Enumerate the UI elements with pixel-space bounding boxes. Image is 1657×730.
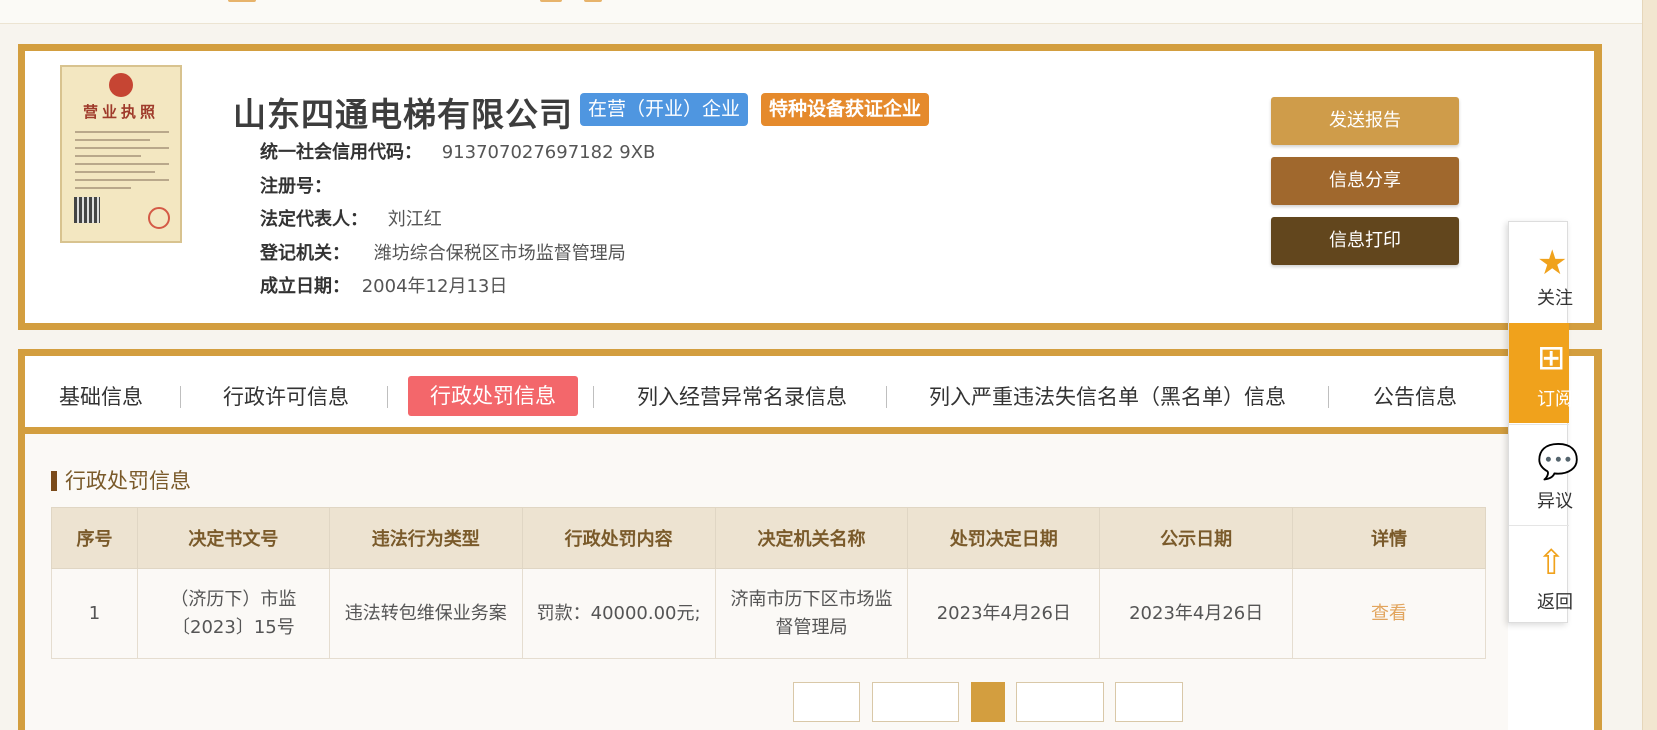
info-label: 成立日期：	[260, 276, 350, 297]
license-text-lines	[75, 131, 169, 195]
info-value: 913707027697182 9XB	[441, 142, 656, 163]
info-established-date: 成立日期： 2004年12月13日	[260, 272, 507, 298]
tab-separator	[1328, 386, 1329, 408]
right-edge-strip	[1642, 0, 1657, 730]
cell-violation-type: 违法转包维保业务案	[328, 568, 523, 659]
tab-separator	[387, 386, 388, 408]
info-legal-rep: 法定代表人： 刘江红	[260, 205, 442, 231]
tab-basic-info[interactable]: 基础信息	[59, 381, 143, 411]
seal-icon	[148, 207, 170, 229]
objection-button[interactable]: 💬 异议	[1509, 424, 1579, 525]
star-icon: ★	[1537, 243, 1568, 283]
tab-admin-license[interactable]: 行政许可信息	[223, 381, 349, 411]
pager-button[interactable]	[793, 682, 860, 722]
subscribe-label: 订阅	[1537, 389, 1573, 410]
back-to-top-label: 返回	[1537, 592, 1573, 613]
tab-blacklist[interactable]: 列入严重违法失信名单（黑名单）信息	[929, 381, 1286, 411]
license-title: 营业执照	[82, 103, 159, 121]
section-title: 行政处罚信息	[51, 465, 191, 495]
business-license-image[interactable]: 营业执照	[60, 65, 182, 243]
tab-separator	[180, 386, 181, 408]
subscribe-button[interactable]: ⊞ 订阅	[1509, 323, 1573, 423]
cell-index: 1	[51, 568, 138, 659]
view-details-link[interactable]: 查看	[1292, 568, 1486, 659]
arrow-up-icon: ⇧	[1537, 543, 1566, 583]
col-header: 详情	[1292, 507, 1486, 569]
top-bar-fragment	[540, 0, 562, 2]
top-bar-fragment	[584, 0, 602, 2]
table-row: 1 （济历下）市监〔2023〕15号 违法转包维保业务案 罚款：40000.00…	[51, 568, 1486, 659]
chat-bubble-icon: 💬	[1537, 442, 1580, 482]
pager-button[interactable]	[1016, 682, 1104, 722]
col-header: 违法行为类型	[328, 507, 523, 569]
info-label: 法定代表人：	[260, 209, 368, 230]
tab-admin-penalty[interactable]: 行政处罚信息	[408, 376, 578, 416]
col-header: 序号	[51, 507, 138, 569]
top-bar-fragment	[228, 0, 256, 2]
section-title-marker	[51, 471, 57, 491]
top-bar	[0, 0, 1657, 24]
cell-decision-date: 2023年4月26日	[907, 568, 1101, 659]
certification-badge: 特种设备获证企业	[761, 93, 930, 126]
qr-code-icon	[74, 197, 100, 223]
cell-publish-date: 2023年4月26日	[1099, 568, 1294, 659]
plus-icon: ⊞	[1537, 338, 1566, 378]
col-header: 处罚决定日期	[907, 507, 1101, 569]
info-value: 2004年12月13日	[361, 276, 508, 297]
tab-separator	[593, 386, 594, 408]
cell-penalty-content: 罚款：40000.00元;	[521, 568, 716, 659]
follow-button[interactable]: ★ 关注	[1509, 222, 1573, 322]
col-header: 行政处罚内容	[521, 507, 716, 569]
tab-abnormal-operation[interactable]: 列入经营异常名录信息	[637, 381, 847, 411]
table-header-row: 序号 决定书文号 违法行为类型 行政处罚内容 决定机关名称 处罚决定日期 公示日…	[51, 507, 1486, 569]
pager-current-page[interactable]	[971, 682, 1005, 722]
info-label: 注册号：	[260, 176, 332, 197]
info-label: 登记机关：	[260, 243, 350, 264]
objection-label: 异议	[1537, 491, 1573, 512]
follow-label: 关注	[1537, 288, 1573, 309]
send-report-button[interactable]: 发送报告	[1271, 97, 1459, 145]
info-credit-code: 统一社会信用代码： 913707027697182 9XB	[260, 138, 655, 164]
info-value: 潍坊综合保税区市场监督管理局	[373, 243, 626, 264]
col-header: 决定机关名称	[714, 507, 909, 569]
company-name: 山东四通电梯有限公司	[233, 95, 573, 134]
back-to-top-button[interactable]: ⇧ 返回	[1509, 525, 1573, 624]
tab-underline	[25, 427, 1508, 434]
penalty-table: 序号 决定书文号 违法行为类型 行政处罚内容 决定机关名称 处罚决定日期 公示日…	[51, 507, 1486, 659]
info-label: 统一社会信用代码：	[260, 142, 422, 163]
floating-sidebar: ★ 关注 ⊞ 订阅 💬 异议 ⇧ 返回	[1508, 221, 1579, 624]
emblem-icon	[109, 73, 133, 97]
share-info-button[interactable]: 信息分享	[1271, 157, 1459, 205]
info-reg-number: 注册号：	[260, 172, 332, 198]
info-registration-authority: 登记机关： 潍坊综合保税区市场监督管理局	[260, 239, 626, 265]
col-header: 公示日期	[1099, 507, 1294, 569]
tab-separator	[886, 386, 887, 408]
cell-decision-number: （济历下）市监〔2023〕15号	[136, 568, 330, 659]
print-info-button[interactable]: 信息打印	[1271, 217, 1459, 265]
info-value: 刘江红	[387, 209, 442, 230]
status-badge: 在营（开业）企业	[580, 93, 749, 126]
section-title-text: 行政处罚信息	[65, 469, 191, 493]
col-header: 决定书文号	[136, 507, 330, 569]
tab-announcements[interactable]: 公告信息	[1373, 381, 1457, 411]
cell-authority: 济南市历下区市场监督管理局	[714, 568, 909, 659]
pager-button[interactable]	[872, 682, 959, 722]
pager-button[interactable]	[1115, 682, 1183, 722]
